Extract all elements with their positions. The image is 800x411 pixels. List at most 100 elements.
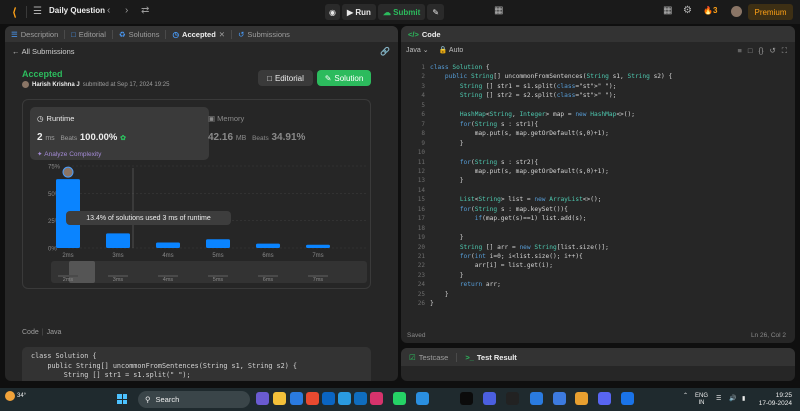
- submit-button[interactable]: ☁ Submit: [377, 4, 426, 20]
- tab-test-result[interactable]: >_ Test Result: [465, 353, 516, 362]
- whatsapp-icon[interactable]: [393, 392, 406, 405]
- settings-gear-icon[interactable]: ⚙: [683, 5, 692, 16]
- memory-label: Memory: [217, 114, 245, 123]
- share-link-icon[interactable]: 🔗: [380, 47, 390, 56]
- wifi-icon[interactable]: ☰: [716, 396, 721, 403]
- prev-question-icon[interactable]: ‹: [107, 5, 110, 16]
- submitter-name[interactable]: Harish Krishna J: [32, 82, 80, 88]
- analyze-complexity-link[interactable]: ✦ Analyze Complexity: [37, 150, 101, 158]
- line-number: 13: [417, 177, 425, 185]
- tab-submissions-label: Submissions: [247, 29, 290, 39]
- app-icon[interactable]: [553, 392, 566, 405]
- next-question-icon[interactable]: ›: [125, 5, 128, 16]
- vscode-icon[interactable]: [416, 392, 429, 405]
- play-icon: ▶: [347, 7, 356, 17]
- code-preview-language: Java: [46, 329, 62, 336]
- weather-widget[interactable]: 34°: [5, 391, 26, 401]
- linkedin-icon[interactable]: [322, 392, 335, 405]
- layout-icon[interactable]: ▦: [494, 5, 503, 16]
- tab-solutions[interactable]: ♻ Solutions: [119, 30, 160, 39]
- tab-accepted-label: Accepted: [182, 29, 216, 39]
- y-tick-label: 75%: [48, 165, 61, 171]
- line-number: 1: [421, 64, 425, 71]
- battery-icon[interactable]: ▮: [742, 396, 745, 403]
- range-tick-label: 4ms: [163, 277, 174, 283]
- shuffle-icon[interactable]: ⇄: [141, 5, 149, 16]
- avatar[interactable]: [731, 6, 742, 17]
- language-select[interactable]: Java ⌄: [406, 46, 429, 54]
- premium-button[interactable]: Premium: [748, 4, 793, 20]
- tab-accepted[interactable]: ◷ Accepted ✕: [172, 30, 225, 39]
- auto-mode-toggle[interactable]: 🔒 Auto: [439, 46, 464, 54]
- tab-code[interactable]: Code: [422, 30, 441, 39]
- chevron-up-icon[interactable]: ⌃: [683, 393, 688, 400]
- runtime-card[interactable]: ◷ Runtime 2 ms Beats 100.00% ✿ ✦ Analyze …: [30, 107, 209, 160]
- fullscreen-icon[interactable]: ⛶: [782, 46, 787, 56]
- code-preview-line: String [] str1 = s1.split(" ");: [31, 371, 191, 379]
- submission-panel: ☰ Description □ Editorial ♻ Solutions ◷ Acce…: [5, 26, 398, 381]
- code-editor-panel: </> Code Java ⌄ 🔒 Auto ≡ □ {} ↺ ⛶ 1 class…: [401, 26, 795, 343]
- file-explorer-icon[interactable]: [273, 392, 286, 405]
- photos-icon[interactable]: [370, 392, 383, 405]
- run-button[interactable]: ▶ Run: [342, 4, 376, 20]
- tab-testcase[interactable]: ☑ Testcase: [409, 353, 448, 362]
- edge-icon[interactable]: [354, 392, 367, 405]
- notes-icon[interactable]: ✎: [427, 4, 445, 20]
- leetcode-logo-icon[interactable]: ⟨: [8, 5, 21, 19]
- tab-submissions[interactable]: ↺ Submissions: [238, 30, 290, 39]
- line-number: 21: [417, 253, 425, 260]
- discord-icon[interactable]: [598, 392, 611, 405]
- problem-list-icon[interactable]: ☰: [33, 6, 42, 17]
- code-line: return arr;: [459, 281, 501, 289]
- avatar[interactable]: [22, 81, 29, 88]
- tab-editorial[interactable]: □ Editorial: [71, 30, 106, 39]
- line-number: 20: [417, 243, 425, 251]
- line-number: 23: [417, 271, 425, 279]
- windows-start-icon[interactable]: [117, 394, 127, 404]
- volume-icon[interactable]: 🔊: [729, 396, 736, 403]
- store-icon[interactable]: [290, 392, 303, 405]
- taskbar-search[interactable]: ⚲ Search: [138, 391, 250, 408]
- tab-description-label: Description: [20, 29, 59, 39]
- editorial-button[interactable]: □ Editorial: [258, 70, 313, 86]
- browser-icon[interactable]: [621, 392, 634, 405]
- layout-grid-icon[interactable]: ▦: [663, 5, 672, 16]
- github-icon[interactable]: [506, 392, 519, 405]
- code-preview-line: String [] str2 = s2.split(" ");: [31, 381, 191, 382]
- divider: [456, 352, 458, 362]
- mail-icon[interactable]: [338, 392, 351, 405]
- slack-icon[interactable]: [483, 392, 496, 405]
- bookmark-icon[interactable]: □: [748, 46, 753, 56]
- memory-card[interactable]: ▣ Memory 42.16 MB Beats 34.91%: [208, 107, 358, 160]
- chart-bar: [206, 239, 230, 248]
- code-line: }: [430, 300, 434, 308]
- submitted-time: submitted at Sep 17, 2024 19:25: [82, 81, 170, 88]
- media-icon[interactable]: [530, 392, 543, 405]
- line-number: 12: [417, 167, 425, 175]
- close-tab-icon[interactable]: ✕: [219, 30, 225, 39]
- tab-description[interactable]: ☰ Description: [11, 30, 58, 39]
- code-line: List<String> list = new ArrayList<>();: [459, 196, 602, 204]
- reset-icon[interactable]: ↺: [769, 46, 775, 56]
- history-icon: ↺: [238, 29, 245, 39]
- braces-icon[interactable]: {}: [758, 46, 763, 56]
- editorial-button-label: Editorial: [274, 73, 304, 83]
- streak-counter[interactable]: 🔥3: [703, 6, 717, 15]
- editor-toolbar: ≡ □ {} ↺ ⛶: [738, 46, 787, 56]
- problem-list-title[interactable]: Daily Question: [49, 6, 105, 15]
- line-number: 2: [421, 73, 425, 81]
- solution-button[interactable]: ✎ Solution: [317, 70, 371, 86]
- files-icon[interactable]: [575, 392, 588, 405]
- all-submissions-link[interactable]: ← All Submissions: [12, 47, 75, 56]
- code-editor[interactable]: 1 class Solution {2 public String[] uncom…: [401, 60, 795, 320]
- code-line: }: [430, 271, 464, 279]
- notion-icon[interactable]: [460, 392, 473, 405]
- chart-bar: [106, 233, 130, 248]
- memory-unit: MB: [235, 135, 247, 142]
- language-indicator[interactable]: ENG IN: [695, 393, 708, 407]
- debug-icon[interactable]: ◉: [325, 4, 340, 20]
- copilot-icon[interactable]: [256, 392, 269, 405]
- system-clock[interactable]: 19:25 17-09-2024: [757, 392, 792, 408]
- format-icon[interactable]: ≡: [738, 46, 742, 56]
- office-icon[interactable]: [306, 392, 319, 405]
